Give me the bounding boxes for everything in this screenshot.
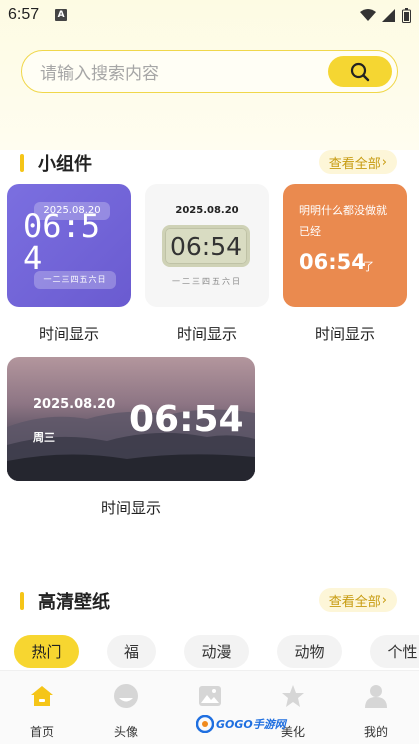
search-bar[interactable]: 请输入搜索内容 xyxy=(21,50,398,93)
search-icon xyxy=(350,62,370,81)
tab-label: 头像 xyxy=(113,725,138,739)
section-title: 小组件 xyxy=(38,154,92,175)
tab-mine[interactable]: 我的 xyxy=(346,683,406,740)
section-accent-bar xyxy=(20,592,24,610)
gogo-logo-icon xyxy=(196,715,214,733)
chip-hot[interactable]: 热门 xyxy=(14,635,79,668)
widget-weekday: 周三 xyxy=(33,431,55,444)
view-all-widgets-button[interactable]: 查看全部 › xyxy=(318,150,397,174)
wifi-icon xyxy=(360,8,376,21)
watermark-logo: GOGO手游网 xyxy=(196,713,302,735)
widget-suffix: 了 xyxy=(363,260,374,273)
avatar-icon xyxy=(114,684,138,708)
chip-anime[interactable]: 动漫 xyxy=(184,635,249,668)
widget-label: 时间显示 xyxy=(176,325,237,343)
widget-weekdays: 一二三四五六日 xyxy=(172,277,242,286)
status-time: 6:57 xyxy=(8,6,40,23)
section-accent-bar xyxy=(20,154,24,172)
view-all-label: 查看全部 xyxy=(328,594,381,610)
widget-card-landscape[interactable]: 2025.08.20 周三 06:54 xyxy=(7,357,255,481)
wallpaper-section-header: 高清壁纸 查看全部 › xyxy=(0,586,419,616)
widget-card-orange[interactable]: 明明什么都没做就已经 06:54 了 xyxy=(283,184,407,307)
view-all-wallpapers-button[interactable]: 查看全部 › xyxy=(318,588,397,612)
view-all-label: 查看全部 xyxy=(328,156,381,172)
widget-time: 06:54 xyxy=(23,207,101,277)
image-icon xyxy=(199,686,221,706)
widget-date: 2025.08.20 xyxy=(175,205,239,216)
chevron-right-icon: › xyxy=(381,592,387,608)
star-icon xyxy=(282,685,304,707)
widget-weekdays: 一二三四五六日 xyxy=(34,271,116,289)
search-input[interactable]: 请输入搜索内容 xyxy=(40,59,159,84)
widget-label: 时间显示 xyxy=(38,325,99,343)
widget-card-purple[interactable]: 2025.08.20 06:54 一二三四五六日 xyxy=(7,184,131,307)
chevron-right-icon: › xyxy=(381,154,387,170)
tab-label: 我的 xyxy=(363,725,388,739)
widget-card-lcd[interactable]: 2025.08.20 06:54 一二三四五六日 xyxy=(145,184,269,307)
widget-time: 06:54 xyxy=(162,225,250,267)
chip-animal[interactable]: 动物 xyxy=(277,635,342,668)
chip-personality[interactable]: 个性 xyxy=(370,635,419,668)
widget-label: 时间显示 xyxy=(314,325,375,343)
widget-date: 2025.08.20 xyxy=(33,397,116,412)
signal-icon xyxy=(382,8,395,22)
notification-a-icon: A xyxy=(55,9,68,21)
widget-message: 明明什么都没做就已经 xyxy=(299,204,387,238)
battery-icon xyxy=(402,7,411,23)
widgets-section-header: 小组件 查看全部 › xyxy=(0,148,419,178)
tab-label: 首页 xyxy=(29,725,54,739)
user-icon xyxy=(365,685,387,708)
status-bar: 6:57 A xyxy=(0,0,419,30)
tab-avatar[interactable]: 头像 xyxy=(96,683,156,740)
section-title: 高清壁纸 xyxy=(38,592,110,613)
home-icon xyxy=(31,686,53,706)
watermark-text: GOGO手游网 xyxy=(216,718,286,731)
search-button[interactable] xyxy=(328,56,392,87)
chip-fu[interactable]: 福 xyxy=(107,635,156,668)
widget-time: 06:54 xyxy=(299,250,366,274)
category-chips: 热门 福 动漫 动物 个性 xyxy=(14,635,419,668)
widget-time: 06:54 xyxy=(129,399,244,440)
widget-label: 时间显示 xyxy=(100,499,161,517)
tab-home[interactable]: 首页 xyxy=(12,683,72,740)
